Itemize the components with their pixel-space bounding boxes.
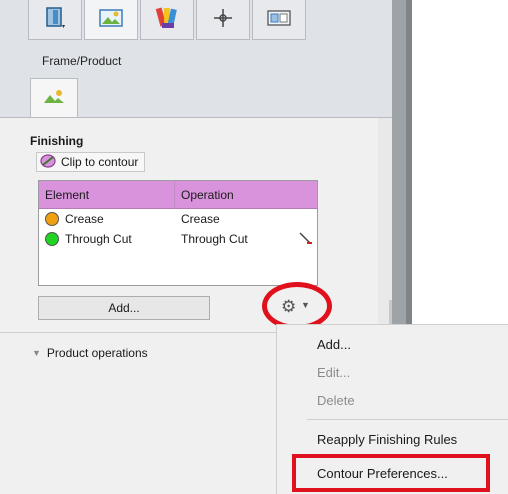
contour-preferences-highlight bbox=[292, 454, 490, 492]
gear-highlight-circle bbox=[262, 282, 332, 330]
tab-landscape[interactable] bbox=[84, 0, 138, 40]
column-header-element[interactable]: Element bbox=[39, 180, 175, 209]
add-button[interactable]: Add... bbox=[38, 296, 210, 320]
gear-icon[interactable]: ⚙ bbox=[281, 297, 296, 317]
menu-separator bbox=[307, 419, 508, 420]
product-operations-label: Product operations bbox=[46, 346, 148, 360]
element-cell: Crease bbox=[39, 212, 175, 226]
page-fold-icon bbox=[42, 5, 68, 34]
through-cut-color-icon bbox=[45, 232, 59, 246]
subpanel-tab[interactable] bbox=[30, 78, 78, 118]
toolbar-area: Frame/Product bbox=[0, 0, 406, 118]
crosshair-icon bbox=[212, 7, 234, 32]
expand-triangle-icon[interactable]: ▼ bbox=[32, 348, 41, 358]
panel-edge bbox=[392, 0, 406, 380]
menu-item-add[interactable]: Add... bbox=[317, 337, 351, 352]
subpanel-label: Frame/Product bbox=[42, 54, 122, 68]
finishing-table: Element Operation Crease Crease Through … bbox=[38, 180, 318, 286]
column-header-operation[interactable]: Operation bbox=[175, 188, 315, 202]
knife-icon[interactable] bbox=[297, 230, 313, 249]
panel-edge-shadow bbox=[406, 0, 412, 340]
table-row[interactable]: Through Cut Through Cut bbox=[39, 229, 317, 249]
finishing-title: Finishing bbox=[30, 134, 84, 148]
clip-icon bbox=[39, 153, 57, 172]
menu-item-edit[interactable]: Edit... bbox=[317, 365, 350, 380]
table-row[interactable]: Crease Crease bbox=[39, 209, 317, 229]
element-cell: Through Cut bbox=[39, 232, 175, 246]
element-name: Through Cut bbox=[65, 232, 132, 246]
chevron-down-icon[interactable]: ▼ bbox=[301, 300, 310, 310]
tab-crosshair[interactable] bbox=[196, 0, 250, 40]
operation-cell: Crease bbox=[181, 212, 220, 226]
table-header: Element Operation bbox=[39, 180, 317, 209]
product-operations-section[interactable]: ▼ Product operations bbox=[32, 346, 148, 360]
tab-frame[interactable] bbox=[252, 0, 306, 40]
clip-to-contour-label: Clip to contour bbox=[61, 155, 139, 169]
landscape-icon bbox=[98, 7, 124, 32]
operation-cell: Through Cut bbox=[181, 232, 248, 246]
section-divider bbox=[0, 117, 406, 118]
tab-page[interactable] bbox=[28, 0, 82, 40]
menu-item-reapply-finishing-rules[interactable]: Reapply Finishing Rules bbox=[317, 432, 457, 447]
tab-palette[interactable] bbox=[140, 0, 194, 40]
palette-icon bbox=[154, 5, 180, 34]
image-icon bbox=[42, 88, 66, 109]
crease-color-icon bbox=[45, 212, 59, 226]
menu-item-delete[interactable]: Delete bbox=[317, 393, 355, 408]
element-name: Crease bbox=[65, 212, 104, 226]
clip-to-contour-button[interactable]: Clip to contour bbox=[36, 152, 146, 172]
frame-icon bbox=[265, 7, 293, 32]
tab-strip bbox=[28, 0, 308, 42]
application-panel: Frame/Product ^ Finishing bbox=[0, 0, 508, 494]
